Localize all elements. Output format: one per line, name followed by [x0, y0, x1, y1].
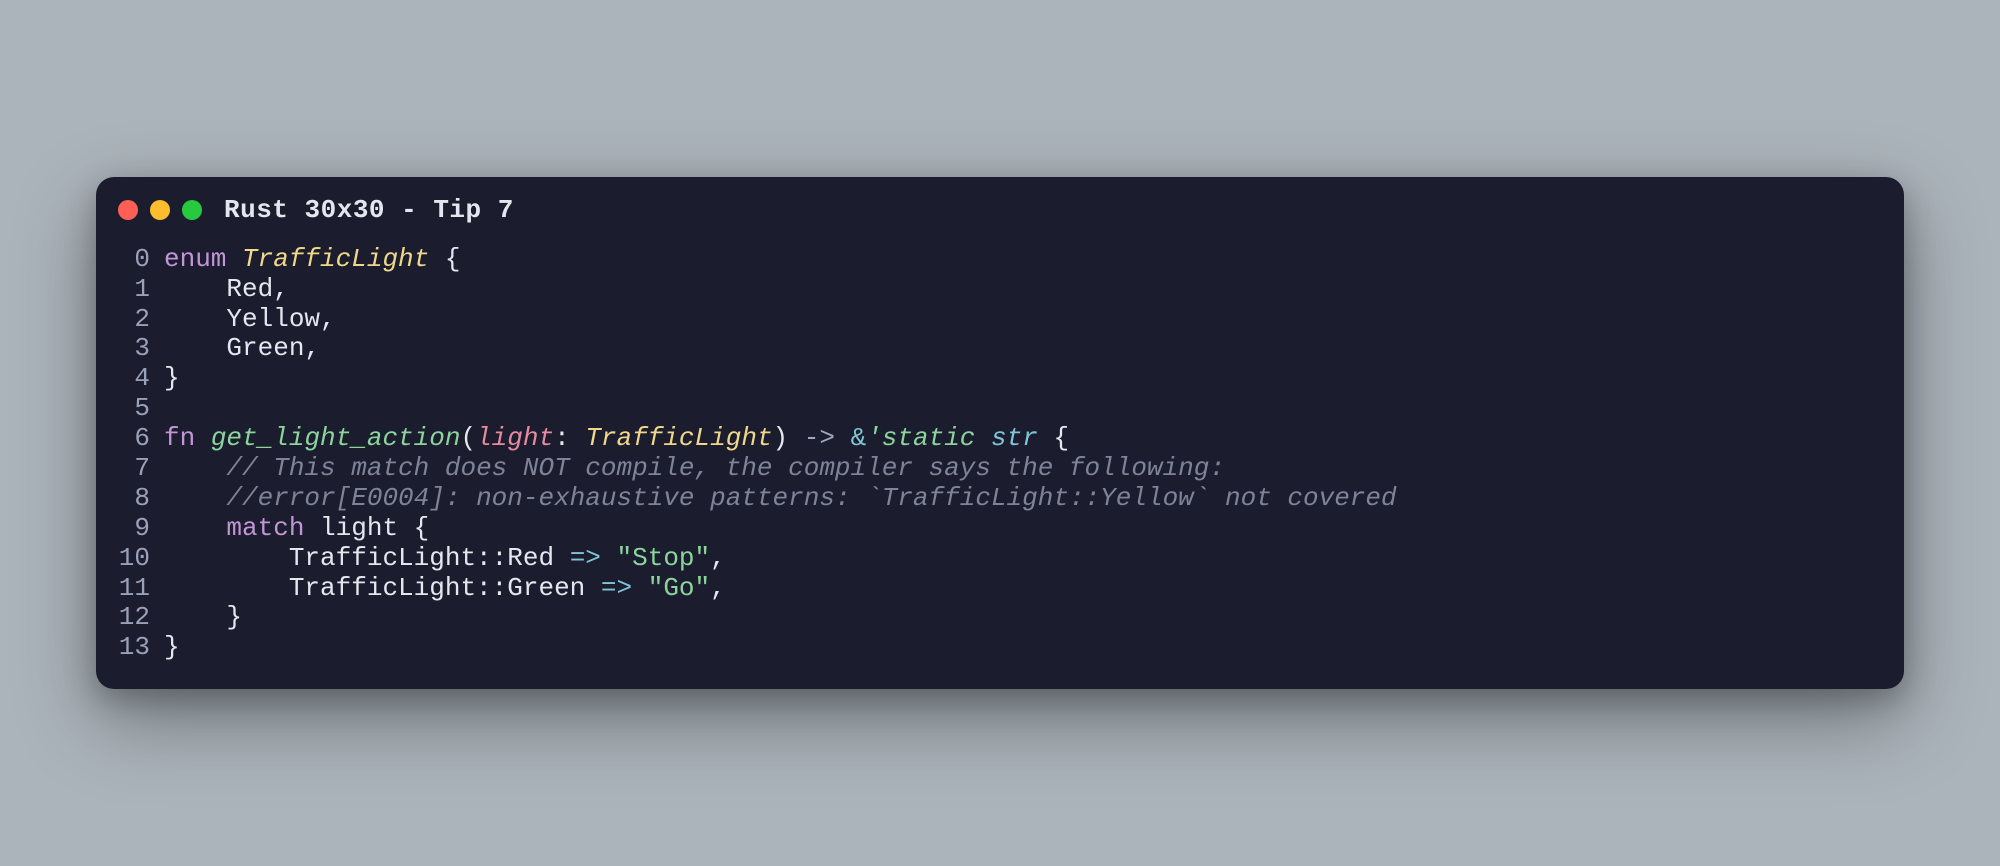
line-number: 13 [118, 633, 164, 663]
line-number: 8 [118, 484, 164, 514]
code-line: 6 fn get_light_action(light: TrafficLigh… [118, 424, 1882, 454]
line-number: 7 [118, 454, 164, 484]
window-titlebar: Rust 30x30 - Tip 7 [96, 177, 1904, 239]
code-content: Red, [164, 275, 289, 305]
code-line: 5 [118, 394, 1882, 424]
line-number: 10 [118, 544, 164, 574]
line-number: 11 [118, 574, 164, 604]
code-content: } [164, 364, 180, 394]
code-content: Yellow, [164, 305, 336, 335]
window-title: Rust 30x30 - Tip 7 [224, 195, 514, 225]
close-icon[interactable] [118, 200, 138, 220]
window-controls [118, 200, 202, 220]
code-line: 0 enum TrafficLight { [118, 245, 1882, 275]
code-window: Rust 30x30 - Tip 7 0 enum TrafficLight {… [96, 177, 1904, 689]
code-line: 12 } [118, 603, 1882, 633]
code-line: 8 //error[E0004]: non-exhaustive pattern… [118, 484, 1882, 514]
line-number: 9 [118, 514, 164, 544]
code-content: enum TrafficLight { [164, 245, 460, 275]
line-number: 4 [118, 364, 164, 394]
line-number: 2 [118, 305, 164, 335]
code-content: //error[E0004]: non-exhaustive patterns:… [164, 484, 1397, 514]
code-content: Green, [164, 334, 320, 364]
line-number: 6 [118, 424, 164, 454]
code-content: // This match does NOT compile, the comp… [164, 454, 1225, 484]
code-line: 1 Red, [118, 275, 1882, 305]
code-line: 11 TrafficLight::Green => "Go", [118, 574, 1882, 604]
code-line: 10 TrafficLight::Red => "Stop", [118, 544, 1882, 574]
line-number: 3 [118, 334, 164, 364]
maximize-icon[interactable] [182, 200, 202, 220]
code-line: 4 } [118, 364, 1882, 394]
code-line: 9 match light { [118, 514, 1882, 544]
line-number: 5 [118, 394, 164, 424]
code-line: 3 Green, [118, 334, 1882, 364]
code-content: TrafficLight::Red => "Stop", [164, 544, 726, 574]
code-content: fn get_light_action(light: TrafficLight)… [164, 424, 1069, 454]
code-line: 2 Yellow, [118, 305, 1882, 335]
code-content: TrafficLight::Green => "Go", [164, 574, 726, 604]
code-line: 13 } [118, 633, 1882, 663]
code-content: } [164, 633, 180, 663]
line-number: 1 [118, 275, 164, 305]
code-line: 7 // This match does NOT compile, the co… [118, 454, 1882, 484]
line-number: 12 [118, 603, 164, 633]
code-content: match light { [164, 514, 429, 544]
minimize-icon[interactable] [150, 200, 170, 220]
code-editor[interactable]: 0 enum TrafficLight { 1 Red, 2 Yellow, 3… [96, 239, 1904, 689]
line-number: 0 [118, 245, 164, 275]
code-content: } [164, 603, 242, 633]
